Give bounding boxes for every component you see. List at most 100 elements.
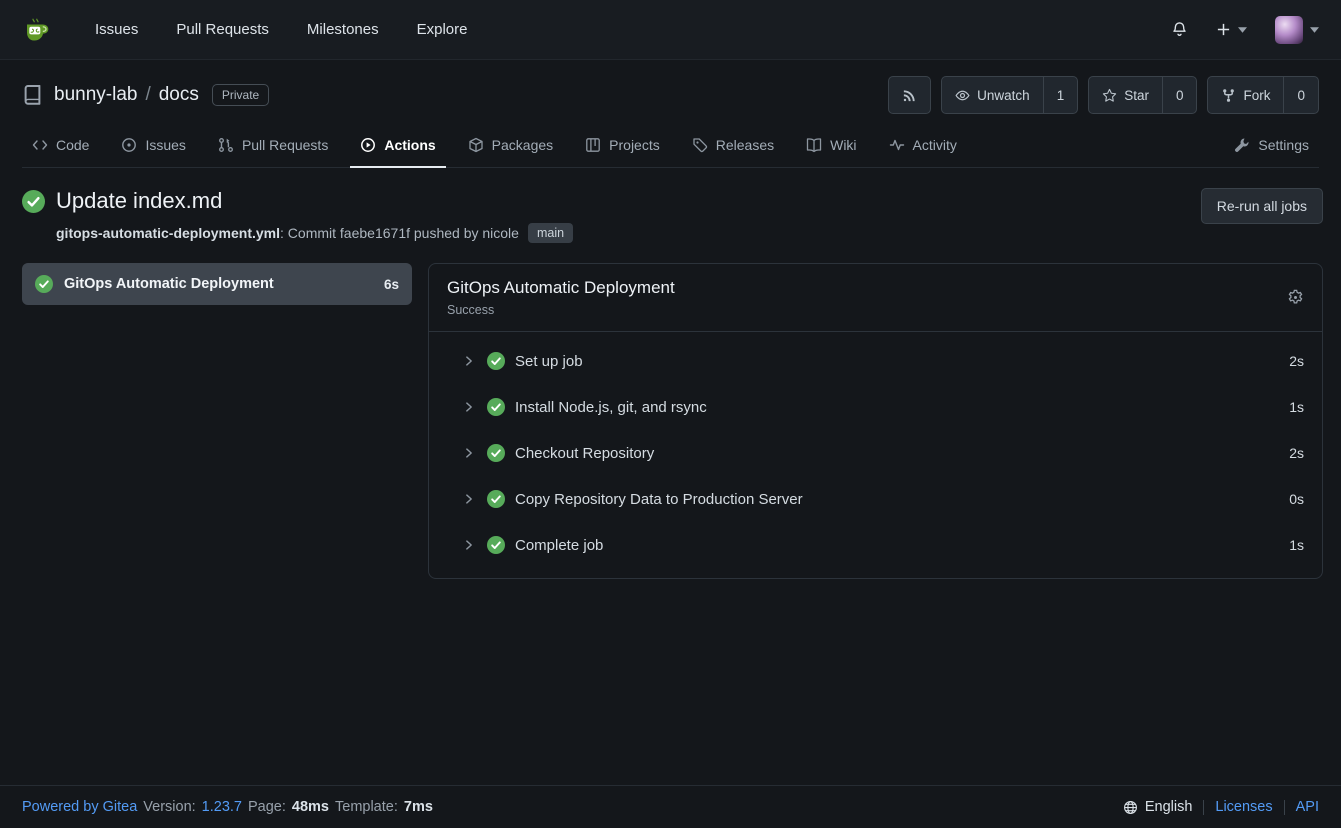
- nav-item-milestones[interactable]: Milestones: [288, 21, 398, 38]
- branch-badge[interactable]: main: [528, 223, 573, 243]
- step-success-icon: [487, 444, 505, 462]
- tab-label: Code: [56, 137, 89, 153]
- play-circle-icon: [360, 137, 376, 153]
- step-label: Copy Repository Data to Production Serve…: [515, 491, 803, 508]
- job-duration: 6s: [384, 277, 399, 292]
- unwatch-button[interactable]: Unwatch: [942, 77, 1043, 113]
- tab-label: Settings: [1258, 137, 1309, 153]
- step-row[interactable]: Install Node.js, git, and rsync 1s: [429, 384, 1322, 430]
- fork-label: Fork: [1243, 88, 1270, 103]
- version-label: Version:: [143, 799, 195, 815]
- rss-icon: [902, 88, 917, 103]
- forks-count[interactable]: 0: [1283, 77, 1318, 113]
- template-time-value: 7ms: [404, 799, 433, 815]
- nav-item-explore[interactable]: Explore: [398, 21, 487, 38]
- steps-list: Set up job 2s Install Node.js, git, and …: [429, 332, 1322, 578]
- tab-code[interactable]: Code: [22, 124, 99, 168]
- tab-packages[interactable]: Packages: [458, 124, 563, 168]
- step-label: Set up job: [515, 353, 583, 370]
- version-value[interactable]: 1.23.7: [202, 799, 242, 815]
- language-selector[interactable]: English: [1123, 799, 1193, 815]
- job-panel: GitOps Automatic Deployment Success Set …: [428, 263, 1323, 579]
- repo-icon: [22, 85, 43, 106]
- workflow-file-link[interactable]: gitops-automatic-deployment.yml: [56, 225, 280, 241]
- tab-settings[interactable]: Settings: [1224, 124, 1319, 168]
- rerun-all-jobs-button[interactable]: Re-run all jobs: [1201, 188, 1323, 224]
- top-navbar: Issues Pull Requests Milestones Explore: [0, 0, 1341, 60]
- step-row[interactable]: Checkout Repository 2s: [429, 430, 1322, 476]
- language-label: English: [1145, 799, 1193, 815]
- tab-label: Projects: [609, 137, 660, 153]
- step-success-icon: [487, 536, 505, 554]
- rss-button[interactable]: [889, 77, 930, 113]
- job-list-item[interactable]: GitOps Automatic Deployment 6s: [22, 263, 412, 305]
- tab-label: Packages: [492, 137, 553, 153]
- step-label: Install Node.js, git, and rsync: [515, 399, 707, 416]
- step-row[interactable]: Complete job 1s: [429, 522, 1322, 568]
- visibility-badge: Private: [212, 84, 269, 106]
- eye-icon: [955, 88, 970, 103]
- repo-name-link[interactable]: docs: [159, 84, 199, 106]
- step-success-icon: [487, 490, 505, 508]
- repo-owner-link[interactable]: bunny-lab: [54, 84, 137, 106]
- star-button[interactable]: Star: [1089, 77, 1162, 113]
- package-icon: [468, 137, 484, 153]
- template-time-label: Template:: [335, 799, 398, 815]
- step-duration: 1s: [1289, 399, 1304, 415]
- watchers-count[interactable]: 1: [1043, 77, 1078, 113]
- tab-issues[interactable]: Issues: [111, 124, 195, 168]
- run-title: Update index.md: [56, 188, 222, 214]
- tab-actions[interactable]: Actions: [350, 124, 445, 168]
- tab-activity[interactable]: Activity: [879, 124, 967, 168]
- star-label: Star: [1124, 88, 1149, 103]
- chevron-right-icon: [462, 354, 476, 368]
- activity-icon: [889, 137, 905, 153]
- step-duration: 2s: [1289, 353, 1304, 369]
- unwatch-label: Unwatch: [977, 88, 1030, 103]
- page-time-value: 48ms: [292, 799, 329, 815]
- repo-action-buttons: Unwatch 1 Star 0 Fork: [888, 76, 1319, 114]
- step-duration: 1s: [1289, 537, 1304, 553]
- wrench-icon: [1234, 137, 1250, 153]
- job-status-text: Success: [447, 303, 675, 317]
- jobs-sidebar: GitOps Automatic Deployment 6s: [22, 263, 412, 305]
- job-settings-button[interactable]: [1287, 289, 1304, 306]
- tab-releases[interactable]: Releases: [682, 124, 784, 168]
- tab-label: Wiki: [830, 137, 856, 153]
- issue-icon: [121, 137, 137, 153]
- step-success-icon: [487, 352, 505, 370]
- book-icon: [806, 137, 822, 153]
- create-menu-button[interactable]: [1216, 22, 1247, 37]
- repo-tab-bar: Code Issues Pull Requests Actions Packag…: [22, 124, 1319, 168]
- projects-icon: [585, 137, 601, 153]
- api-link[interactable]: API: [1296, 799, 1319, 815]
- step-row[interactable]: Copy Repository Data to Production Serve…: [429, 476, 1322, 522]
- stars-count[interactable]: 0: [1162, 77, 1197, 113]
- notifications-button[interactable]: [1171, 21, 1188, 38]
- powered-by-gitea-link[interactable]: Powered by Gitea: [22, 799, 137, 815]
- tag-icon: [692, 137, 708, 153]
- nav-item-pull-requests[interactable]: Pull Requests: [157, 21, 288, 38]
- step-duration: 2s: [1289, 445, 1304, 461]
- code-icon: [32, 137, 48, 153]
- tab-pull-requests[interactable]: Pull Requests: [208, 124, 338, 168]
- footer-divider: [1203, 800, 1204, 815]
- gear-icon: [1287, 289, 1304, 306]
- step-row[interactable]: Set up job 2s: [429, 338, 1322, 384]
- tab-projects[interactable]: Projects: [575, 124, 670, 168]
- path-separator: /: [145, 84, 150, 106]
- step-success-icon: [487, 398, 505, 416]
- fork-button[interactable]: Fork: [1208, 77, 1283, 113]
- chevron-right-icon: [462, 538, 476, 552]
- step-label: Complete job: [515, 537, 603, 554]
- licenses-link[interactable]: Licenses: [1215, 799, 1272, 815]
- pull-request-icon: [218, 137, 234, 153]
- tab-wiki[interactable]: Wiki: [796, 124, 866, 168]
- commit-message-text: : Commit faebe1671f pushed by nicole: [280, 225, 519, 241]
- home-logo-link[interactable]: [22, 15, 52, 45]
- user-menu-button[interactable]: [1275, 16, 1319, 44]
- nav-item-issues[interactable]: Issues: [76, 21, 157, 38]
- chevron-right-icon: [462, 492, 476, 506]
- step-duration: 0s: [1289, 491, 1304, 507]
- tab-label: Actions: [384, 137, 435, 153]
